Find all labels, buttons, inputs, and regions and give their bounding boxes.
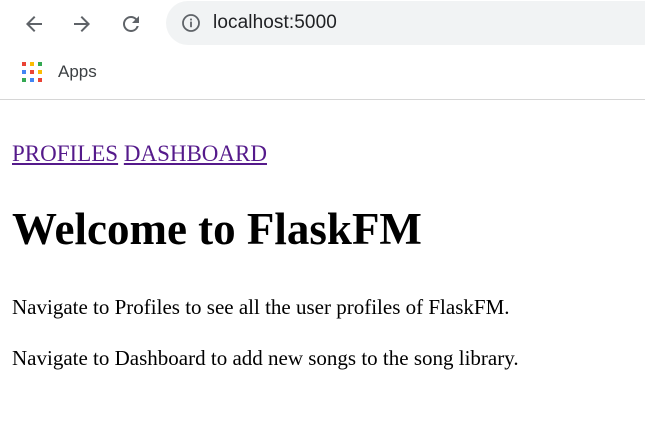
arrow-right-icon <box>74 16 90 32</box>
url-text[interactable]: localhost:5000 <box>213 12 337 34</box>
forward-button[interactable] <box>66 8 98 40</box>
back-button[interactable] <box>18 8 50 40</box>
address-bar[interactable]: localhost:5000 <box>166 1 645 45</box>
apps-grid-icon[interactable] <box>22 62 42 82</box>
arrow-left-icon <box>26 16 42 32</box>
profiles-description: Navigate to Profiles to see all the user… <box>12 295 510 319</box>
page-content: PROFILES DASHBOARD Welcome to FlaskFM Na… <box>0 100 645 433</box>
info-icon[interactable] <box>181 13 201 33</box>
nav-links: PROFILES DASHBOARD <box>12 140 267 168</box>
bookmarks-bar: Apps <box>22 60 97 84</box>
dashboard-description: Navigate to Dashboard to add new songs t… <box>12 346 519 370</box>
browser-chrome: localhost:5000 Apps <box>0 0 645 100</box>
dashboard-link[interactable]: DASHBOARD <box>124 141 267 166</box>
apps-bookmark-label[interactable]: Apps <box>58 62 97 82</box>
profiles-link[interactable]: PROFILES <box>12 141 118 166</box>
reload-button[interactable] <box>115 8 147 40</box>
reload-icon <box>123 15 139 32</box>
page-title: Welcome to FlaskFM <box>12 204 422 254</box>
